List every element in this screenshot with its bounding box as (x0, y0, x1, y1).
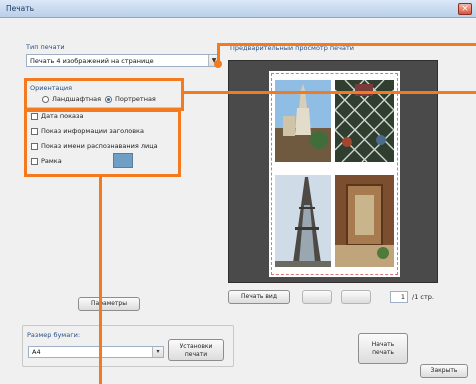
start-print-button[interactable]: Начать печать (358, 333, 408, 364)
print-type-value: Печать 4 изображений на странице (30, 57, 154, 65)
options-callout-line (99, 177, 102, 384)
options-button[interactable]: Параметры (78, 297, 140, 311)
title-bar: Печать × (0, 0, 476, 18)
paper-size-value: A4 (32, 348, 41, 356)
page-number-input[interactable]: 1 (390, 291, 408, 303)
preview-photo-4 (335, 175, 394, 267)
close-icon: × (461, 4, 469, 14)
paper-size-label: Размер бумаги: (27, 331, 81, 339)
preview-page (269, 71, 400, 277)
next-page-button[interactable] (341, 290, 371, 304)
paper-size-select[interactable]: A4 ▾ (28, 346, 164, 358)
photo-4-drawing (335, 175, 394, 267)
preview-photo-3 (275, 175, 331, 267)
options-callout-box (24, 109, 181, 177)
page-total: /1 стр. (412, 293, 434, 301)
photo-3-drawing (275, 175, 331, 267)
print-setup-button[interactable]: Установки печати (168, 339, 224, 361)
preview-callout-dot (214, 60, 222, 68)
preview-callout-line (218, 43, 476, 46)
print-view-button[interactable]: Печать вид (228, 290, 290, 304)
orientation-callout-box (24, 78, 184, 111)
orientation-callout-line (184, 91, 476, 94)
chevron-down-icon: ▾ (152, 347, 163, 357)
window-title: Печать (6, 4, 35, 13)
prev-page-button[interactable] (302, 290, 332, 304)
close-window-button[interactable]: × (458, 3, 472, 15)
print-type-label: Тип печати (26, 43, 65, 51)
print-type-select[interactable]: Печать 4 изображений на странице ▼ (26, 54, 220, 67)
close-button[interactable]: Закрыть (420, 364, 468, 378)
